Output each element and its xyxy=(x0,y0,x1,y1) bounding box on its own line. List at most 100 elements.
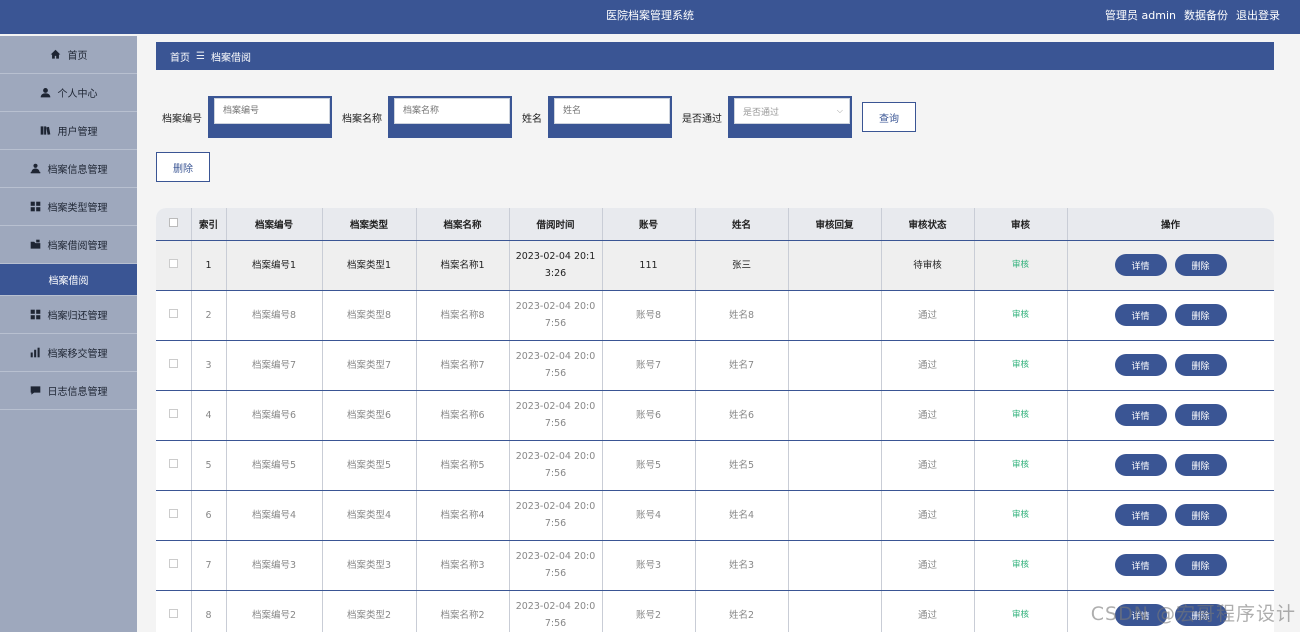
sidebar-item-return[interactable]: 档案归还管理 xyxy=(0,296,137,334)
audit-link[interactable]: 审核 xyxy=(1012,560,1029,570)
delete-button[interactable]: 删除 xyxy=(1174,454,1227,476)
audit-link[interactable]: 审核 xyxy=(1012,310,1029,320)
audit-link[interactable]: 审核 xyxy=(1012,360,1029,370)
detail-button[interactable]: 详情 xyxy=(1114,354,1167,376)
code-cell: 档案编号6 xyxy=(226,390,323,441)
select-all-header[interactable] xyxy=(156,208,192,241)
row-select-cell[interactable] xyxy=(156,490,192,541)
folder-icon xyxy=(30,239,42,251)
pass-select[interactable]: 是否通过 ⌵ xyxy=(734,98,850,124)
sidebar-item-archive-info[interactable]: 档案信息管理 xyxy=(0,150,137,188)
row-checkbox[interactable] xyxy=(168,408,178,418)
sidebar-item-borrow[interactable]: 档案借阅 xyxy=(0,264,137,296)
operation-cell: 详情 删除 xyxy=(1067,290,1274,341)
delete-button[interactable]: 删除 xyxy=(1174,304,1227,326)
detail-button[interactable]: 详情 xyxy=(1114,554,1167,576)
audit-link[interactable]: 审核 xyxy=(1012,610,1029,620)
row-select-cell[interactable] xyxy=(156,440,192,491)
row-checkbox[interactable] xyxy=(168,358,178,368)
row-checkbox[interactable] xyxy=(168,508,178,518)
search-input-frame xyxy=(548,96,672,138)
sidebar-item-borrow-manage[interactable]: 档案借阅管理 xyxy=(0,226,137,264)
reply-cell xyxy=(788,290,882,341)
sidebar-item-profile[interactable]: 个人中心 xyxy=(0,74,137,112)
code-cell: 档案编号5 xyxy=(226,440,323,491)
backup-link[interactable]: 数据备份 xyxy=(1184,0,1228,32)
row-select-cell[interactable] xyxy=(156,240,192,291)
sidebar: 首页 个人中心 用户管理 档案信息管理 档案类型管理 档案借阅管理 档案借阅 档… xyxy=(0,36,137,632)
name-search-input[interactable] xyxy=(394,98,510,124)
logout-link[interactable]: 退出登录 xyxy=(1236,0,1280,32)
code-cell: 档案编号7 xyxy=(226,340,323,391)
grid-icon xyxy=(30,201,42,213)
breadcrumb-home[interactable]: 首页 xyxy=(170,49,190,64)
row-checkbox[interactable] xyxy=(168,558,178,568)
delete-button[interactable]: 删除 xyxy=(1174,254,1227,276)
time-line: 2023-02-04 20:0 xyxy=(515,301,596,312)
time-line: 2023-02-04 20:0 xyxy=(515,401,596,412)
sidebar-item-transfer[interactable]: 档案移交管理 xyxy=(0,334,137,372)
audit-link[interactable]: 审核 xyxy=(1012,460,1029,470)
code-search-input[interactable] xyxy=(214,98,330,124)
index-cell: 5 xyxy=(191,440,227,491)
account-cell: 111 xyxy=(602,240,696,291)
column-header: 操作 xyxy=(1067,208,1274,241)
person-cell: 姓名3 xyxy=(695,540,789,591)
audit-link[interactable]: 审核 xyxy=(1012,510,1029,520)
detail-button[interactable]: 详情 xyxy=(1114,454,1167,476)
delete-button[interactable]: 删除 xyxy=(1174,354,1227,376)
select-all-checkbox[interactable] xyxy=(168,217,178,227)
detail-button[interactable]: 详情 xyxy=(1114,404,1167,426)
time-cell: 2023-02-04 20:0 7:56 xyxy=(509,390,603,441)
borrow-table: 索引 档案编号 档案类型 档案名称 借阅时间 账号 姓名 审核回复 审核状态 审… xyxy=(156,208,1274,632)
delete-button[interactable]: 删除 xyxy=(1174,404,1227,426)
sidebar-item-logs[interactable]: 日志信息管理 xyxy=(0,372,137,410)
operation-cell: 详情 删除 xyxy=(1067,390,1274,441)
code-cell: 档案编号1 xyxy=(226,240,323,291)
type-cell: 档案类型2 xyxy=(322,590,417,632)
audit-cell: 审核 xyxy=(974,340,1068,391)
delete-button[interactable]: 删除 xyxy=(1174,554,1227,576)
sidebar-item-home[interactable]: 首页 xyxy=(0,36,137,74)
sidebar-item-archive-type[interactable]: 档案类型管理 xyxy=(0,188,137,226)
home-icon xyxy=(50,49,62,61)
sidebar-item-label: 档案移交管理 xyxy=(47,349,108,360)
status-cell: 通过 xyxy=(881,390,975,441)
table-row: 1 档案编号1 档案类型1 档案名称1 2023-02-04 20:1 3:26 111 张三… xyxy=(156,240,1274,291)
detail-button[interactable]: 详情 xyxy=(1114,254,1167,276)
name-cell: 档案名称1 xyxy=(416,240,510,291)
delete-button[interactable]: 删除 xyxy=(1174,504,1227,526)
table-row: 2 档案编号8 档案类型8 档案名称8 2023-02-04 20:0 7:56 账号8 姓名… xyxy=(156,290,1274,341)
row-select-cell[interactable] xyxy=(156,290,192,341)
reply-cell xyxy=(788,540,882,591)
time-cell: 2023-02-04 20:1 3:26 xyxy=(509,240,603,291)
audit-link[interactable]: 审核 xyxy=(1012,410,1029,420)
row-select-cell[interactable] xyxy=(156,590,192,632)
sidebar-item-users[interactable]: 用户管理 xyxy=(0,112,137,150)
status-cell: 通过 xyxy=(881,340,975,391)
index-cell: 2 xyxy=(191,290,227,341)
row-checkbox[interactable] xyxy=(168,308,178,318)
detail-button[interactable]: 详情 xyxy=(1114,504,1167,526)
search-label: 姓名 xyxy=(522,113,542,125)
row-checkbox[interactable] xyxy=(168,608,178,618)
index-cell: 3 xyxy=(191,340,227,391)
breadcrumb-separator-icon: ☰ xyxy=(196,50,205,62)
name-cell: 档案名称7 xyxy=(416,340,510,391)
row-select-cell[interactable] xyxy=(156,540,192,591)
query-button[interactable]: 查询 xyxy=(862,102,916,132)
person-search-input[interactable] xyxy=(554,98,670,124)
batch-delete-button[interactable]: 删除 xyxy=(156,152,210,182)
detail-button[interactable]: 详情 xyxy=(1114,304,1167,326)
row-checkbox[interactable] xyxy=(168,458,178,468)
name-cell: 档案名称5 xyxy=(416,440,510,491)
row-checkbox[interactable] xyxy=(168,258,178,268)
row-select-cell[interactable] xyxy=(156,390,192,441)
book-icon xyxy=(40,125,52,137)
reply-cell xyxy=(788,440,882,491)
index-cell: 6 xyxy=(191,490,227,541)
row-select-cell[interactable] xyxy=(156,340,192,391)
account-cell: 账号7 xyxy=(602,340,696,391)
column-header: 账号 xyxy=(602,208,696,241)
audit-link[interactable]: 审核 xyxy=(1012,260,1029,270)
